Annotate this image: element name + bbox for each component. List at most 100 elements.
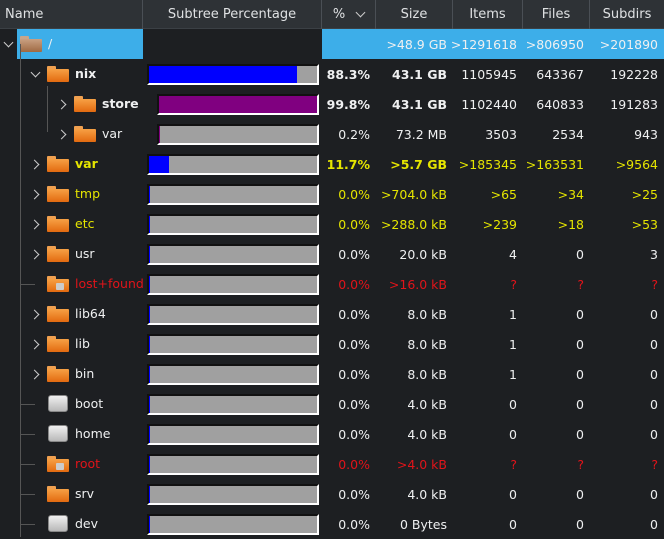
expand-arrow-right-icon[interactable] [29,189,40,200]
tree-branch-line [21,284,35,285]
percentage-bar [147,394,319,415]
folder-icon [47,336,69,352]
name-cell: tmp [0,179,143,209]
subdirs-cell: 192228 [610,66,658,82]
header-items[interactable]: Items [453,0,523,29]
subtree-percentage-cell [143,209,322,239]
expand-arrow-right-icon[interactable] [56,129,67,140]
items-cell: ? [510,276,517,292]
percentage-bar [147,214,319,235]
item-name: store [102,96,139,111]
percentage-bar [157,94,319,115]
subdirs-cell: 0 [650,336,658,352]
items-cell: 1105945 [461,66,517,82]
subdirs-cell: >201890 [590,29,664,59]
expand-arrow-down-icon[interactable] [3,37,14,48]
percentage-bar-fill [149,516,150,533]
percent-cell: 0.0% [338,366,370,382]
tree-row[interactable]: usr 0.0% 20.0 kB 4 0 3 [0,239,664,269]
tree-row[interactable]: nix 88.3% 43.1 GB 1105945 643367 192228 [0,59,664,89]
expand-arrow-right-icon[interactable] [29,219,40,230]
tree-row[interactable]: lost+found 0.0% >16.0 kB??? [0,269,664,299]
tree-row[interactable]: tmp 0.0% >704.0 kB >65 >34 >25 [0,179,664,209]
header-files[interactable]: Files [523,0,590,29]
tree-row[interactable]: bin 0.0% 8.0 kB 1 0 0 [0,359,664,389]
item-name: tmp [75,186,101,201]
folder-icon [47,486,69,502]
tree-branch-line [21,404,35,405]
percent-cell: 0.0% [338,276,370,292]
tree-row[interactable]: / >48.9 GB >1291618 >806950 >201890 [0,29,664,59]
expand-arrow-down-icon[interactable] [30,67,41,78]
tree-row[interactable]: store 99.8% 43.1 GB 1102440 640833 191283 [0,89,664,119]
files-cell: 640833 [536,96,584,112]
size-cell: >4.0 kB [396,456,447,472]
folder-icon [47,306,69,322]
subtree-percentage-cell [143,29,322,59]
item-name: usr [75,246,95,261]
header-name[interactable]: Name [0,0,143,29]
percent-cell [322,29,376,59]
subtree-percentage-cell [143,359,322,389]
subdirs-cell: 0 [650,396,658,412]
percentage-bar-fill [159,96,317,113]
files-cell: 643367 [536,66,584,82]
files-cell: 0 [576,336,584,352]
tree-row[interactable]: var 0.2% 73.2 MB 3503 2534 943 [0,119,664,149]
tree-row[interactable]: var 11.7% >5.7 GB >185345 >163531 >9564 [0,149,664,179]
item-name: / [48,36,53,51]
tree-row[interactable]: root 0.0% >4.0 kB??? [0,449,664,479]
column-header: Name Subtree Percentage % Size Items Fil… [0,0,664,29]
tree-row[interactable]: boot 0.0% 4.0 kB 0 0 0 [0,389,664,419]
subtree-percentage-cell [143,59,322,89]
header-size[interactable]: Size [376,0,453,29]
percent-cell: 0.0% [338,246,370,262]
folder-icon [20,36,42,52]
percentage-bar [147,364,319,385]
size-cell: 43.1 GB [392,66,447,82]
percentage-bar [147,484,319,505]
name-cell: root [0,449,143,479]
expand-arrow-right-icon[interactable] [29,159,40,170]
name-cell: dev [0,509,143,539]
subtree-percentage-cell [143,509,322,539]
subtree-percentage-cell [143,479,322,509]
subdirs-cell: 0 [650,366,658,382]
header-subdirs[interactable]: Subdirs [590,0,664,29]
item-name: dev [75,516,99,531]
expand-arrow-right-icon[interactable] [29,369,40,380]
percentage-bar-fill [149,306,150,323]
subdirs-cell: 0 [650,426,658,442]
percent-cell: 0.0% [338,516,370,532]
chevron-down-icon [355,7,366,18]
tree-row[interactable]: lib64 0.0% 8.0 kB 1 0 0 [0,299,664,329]
expand-arrow-right-icon[interactable] [56,99,67,110]
header-percent[interactable]: % [322,0,376,29]
files-cell: 2534 [552,126,584,142]
percent-cell: 0.0% [338,396,370,412]
tree-row[interactable]: lib 0.0% 8.0 kB 1 0 0 [0,329,664,359]
name-cell: lib [0,329,143,359]
size-cell: >288.0 kB [380,216,447,232]
size-cell: 43.1 GB [392,96,447,112]
tree-row[interactable]: dev 0.0% 0 Bytes 0 0 0 [0,509,664,539]
expand-arrow-right-icon[interactable] [29,249,40,260]
percentage-bar [147,274,319,295]
item-name: boot [75,396,104,411]
items-cell: 4 [509,246,517,262]
items-cell: 1 [509,366,517,382]
tree-branch-line [21,434,35,435]
tree-row[interactable]: etc 0.0% >288.0 kB >239 >18 >53 [0,209,664,239]
expand-arrow-right-icon[interactable] [29,339,40,350]
items-cell: >185345 [458,156,517,172]
percentage-bar-fill [149,456,150,473]
folder-icon [47,66,69,82]
subdirs-cell: >25 [631,186,658,202]
items-cell: >239 [482,216,517,232]
header-subtree-percentage[interactable]: Subtree Percentage [143,0,322,29]
tree-row[interactable]: home 0.0% 4.0 kB 0 0 0 [0,419,664,449]
percent-cell: 0.0% [338,456,370,472]
expand-arrow-right-icon[interactable] [29,309,40,320]
items-cell: 1102440 [461,96,517,112]
tree-row[interactable]: srv 0.0% 4.0 kB 0 0 0 [0,479,664,509]
